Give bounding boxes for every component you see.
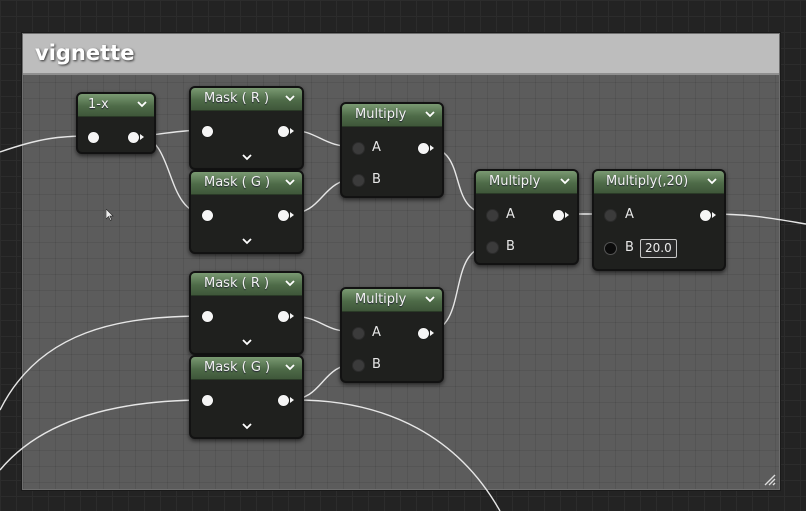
chevron-down-icon[interactable] xyxy=(284,93,296,103)
input-pin-b[interactable] xyxy=(487,242,498,253)
node-title: Mask ( R ) xyxy=(204,276,270,291)
expand-chevron-icon[interactable] xyxy=(241,337,253,347)
output-pin[interactable] xyxy=(553,210,569,221)
output-pin[interactable] xyxy=(700,210,716,221)
output-pin[interactable] xyxy=(278,395,294,406)
mask-r-node[interactable]: Mask ( R ) xyxy=(189,271,304,355)
chevron-down-icon[interactable] xyxy=(284,177,296,187)
input-pin-b[interactable] xyxy=(353,175,364,186)
multiply-constant-node[interactable]: Multiply(,20) A B 20.0 xyxy=(592,169,726,271)
comment-title: vignette xyxy=(35,41,135,65)
node-title: Multiply xyxy=(489,174,541,189)
node-header[interactable]: Mask ( G ) xyxy=(191,172,302,195)
output-pin[interactable] xyxy=(278,311,294,322)
chevron-down-icon[interactable] xyxy=(424,294,436,304)
expand-chevron-icon[interactable] xyxy=(241,152,253,162)
output-pin[interactable] xyxy=(418,143,434,154)
chevron-down-icon[interactable] xyxy=(284,362,296,372)
pin-label-a: A xyxy=(506,207,515,222)
input-pin[interactable] xyxy=(202,126,213,137)
multiply-node[interactable]: Multiply A B xyxy=(340,102,444,198)
pin-label-b: B xyxy=(625,240,634,255)
comment-header[interactable]: vignette xyxy=(23,34,779,75)
node-header[interactable]: Mask ( R ) xyxy=(191,88,302,111)
input-pin-a[interactable] xyxy=(353,328,364,339)
node-title: Mask ( G ) xyxy=(204,175,271,190)
output-pin[interactable] xyxy=(418,328,434,339)
expand-chevron-icon[interactable] xyxy=(241,421,253,431)
input-pin-a[interactable] xyxy=(353,143,364,154)
input-pin-b[interactable] xyxy=(605,243,616,254)
node-title: Multiply(,20) xyxy=(606,174,689,189)
expand-chevron-icon[interactable] xyxy=(241,236,253,246)
b-value-field[interactable]: 20.0 xyxy=(640,239,677,258)
pin-label-a: A xyxy=(372,140,381,155)
output-pin[interactable] xyxy=(278,126,294,137)
chevron-down-icon[interactable] xyxy=(706,176,718,186)
output-pin[interactable] xyxy=(128,132,144,143)
input-pin[interactable] xyxy=(202,210,213,221)
pin-label-b: B xyxy=(506,239,515,254)
resize-handle-icon[interactable] xyxy=(762,472,776,486)
mask-g-node[interactable]: Mask ( G ) xyxy=(189,355,304,439)
input-pin[interactable] xyxy=(202,395,213,406)
node-title: 1-x xyxy=(88,97,109,112)
chevron-down-icon[interactable] xyxy=(136,99,148,109)
chevron-down-icon[interactable] xyxy=(424,109,436,119)
material-graph-canvas[interactable]: vignette 1-x Mask (R) Mask (G) Multi… xyxy=(0,0,806,511)
pin-label-a: A xyxy=(625,207,634,222)
input-pin-a[interactable] xyxy=(487,210,498,221)
chevron-down-icon[interactable] xyxy=(559,176,571,186)
mask-g-node[interactable]: Mask ( G ) xyxy=(189,170,304,254)
node-header[interactable]: Multiply xyxy=(476,171,577,194)
node-header[interactable]: 1-x xyxy=(78,94,154,117)
input-pin[interactable] xyxy=(202,311,213,322)
multiply-node[interactable]: Multiply A B xyxy=(340,287,444,383)
node-header[interactable]: Mask ( R ) xyxy=(191,273,302,296)
node-header[interactable]: Multiply(,20) xyxy=(594,171,724,194)
output-pin[interactable] xyxy=(278,210,294,221)
input-pin-b[interactable] xyxy=(353,360,364,371)
mouse-cursor-icon xyxy=(106,209,114,221)
node-header[interactable]: Multiply xyxy=(342,289,442,312)
multiply-node[interactable]: Multiply A B xyxy=(474,169,579,265)
node-header[interactable]: Multiply xyxy=(342,104,442,127)
chevron-down-icon[interactable] xyxy=(284,278,296,288)
node-title: Mask ( G ) xyxy=(204,360,271,375)
pin-label-b: B xyxy=(372,172,381,187)
pin-label-b: B xyxy=(372,357,381,372)
input-pin-a[interactable] xyxy=(605,210,616,221)
mask-r-node[interactable]: Mask ( R ) xyxy=(189,86,304,170)
node-title: Multiply xyxy=(355,292,407,307)
node-header[interactable]: Mask ( G ) xyxy=(191,357,302,380)
node-title: Multiply xyxy=(355,107,407,122)
node-title: Mask ( R ) xyxy=(204,91,270,106)
input-pin[interactable] xyxy=(88,132,99,143)
one-minus-node[interactable]: 1-x xyxy=(76,92,156,154)
pin-label-a: A xyxy=(372,325,381,340)
